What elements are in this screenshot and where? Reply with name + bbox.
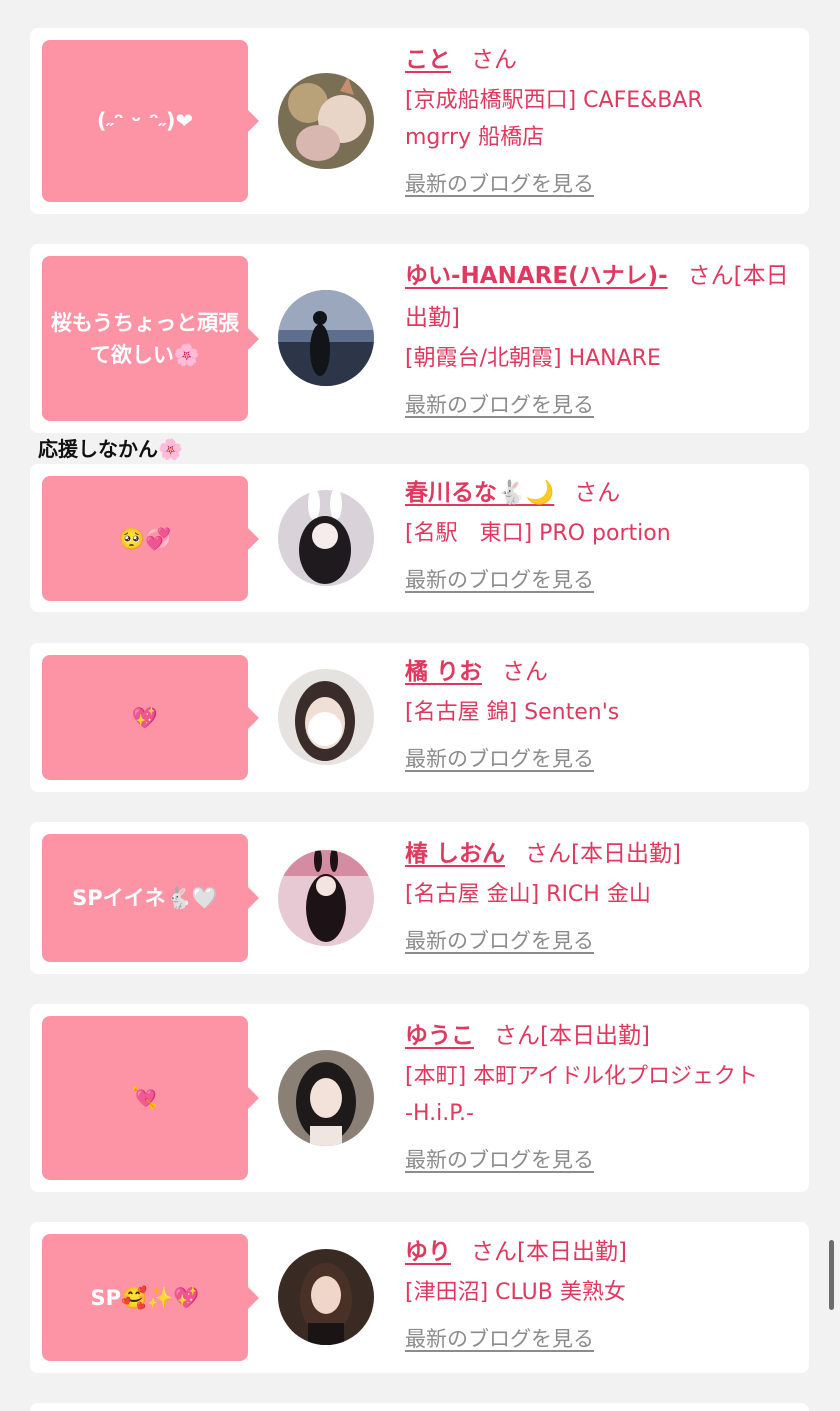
- avatar[interactable]: [278, 1050, 374, 1146]
- annotation-text: 応援しなかん🌸: [38, 437, 183, 461]
- message-bubble: 💖: [42, 655, 259, 780]
- message-card: 🥺💞 春川るな🐇🌙 さん [名駅 東口] PRO portion 最新のブログを見…: [30, 464, 809, 612]
- shop-name[interactable]: [本町] 本町アイドル化プロジェクト -H.i.P.-: [405, 1058, 800, 1132]
- girl-name-link[interactable]: こと: [405, 47, 451, 73]
- shop-name[interactable]: [津田沼] CLUB 美熟女: [405, 1274, 800, 1311]
- page: { "blog_link_label": "最新のブログを見る", "honor…: [0, 0, 840, 1411]
- girl-name-link[interactable]: ゆうこ: [405, 1023, 474, 1049]
- entry-info: 橘 りお さん [名古屋 錦] Senten's 最新のブログを見る: [405, 652, 800, 773]
- status: [本日出勤]: [540, 1023, 650, 1049]
- girl-name-link[interactable]: 橘 りお: [405, 659, 482, 685]
- blog-link[interactable]: 最新のブログを見る: [405, 389, 594, 419]
- girl-name-link[interactable]: ゆり: [405, 1239, 451, 1265]
- entry-info: ゆうこ さん[本日出勤] [本町] 本町アイドル化プロジェクト -H.i.P.- 最…: [405, 1016, 800, 1174]
- girl-name-link[interactable]: ゆい-HANARE(ハナレ)-: [405, 263, 668, 289]
- girl-name-link[interactable]: 春川るな🐇🌙: [405, 480, 554, 506]
- shop-name[interactable]: [名古屋 金山] RICH 金山: [405, 876, 800, 913]
- avatar[interactable]: [278, 669, 374, 765]
- message-bubble: 🥺💞: [42, 476, 259, 601]
- status: [本日出勤]: [571, 841, 681, 867]
- avatar-photo-icon: [278, 73, 374, 169]
- honorific: さん: [525, 841, 572, 867]
- honorific: さん: [494, 1023, 540, 1049]
- avatar[interactable]: [278, 290, 374, 386]
- message-card: 桜もうちょっと頑張て欲しい🌸 ゆい-HANARE(ハナレ)- さん[本日出勤] […: [30, 244, 809, 433]
- avatar-photo-icon: [278, 290, 374, 386]
- shop-name[interactable]: [京成船橋駅西口] CAFE&BAR mgrry 船橋店: [405, 82, 800, 156]
- entry-info: こと さん [京成船橋駅西口] CAFE&BAR mgrry 船橋店 最新のブログを…: [405, 40, 800, 198]
- avatar-photo-icon: [278, 1249, 374, 1345]
- honorific: さん: [687, 263, 734, 289]
- blog-link[interactable]: 最新のブログを見る: [405, 564, 594, 594]
- message-card: (˶ᵔ ᵕ ᵔ˶)❤ こと さん [京成船橋駅西口] CAFE&BAR mgrry …: [30, 28, 809, 214]
- avatar-photo-icon: [278, 490, 374, 586]
- message-card: 💖 橘 りお さん [名古屋 錦] Senten's 最新のブログを見る: [30, 643, 809, 792]
- entry-info: ゆり さん[本日出勤] [津田沼] CLUB 美熟女 最新のブログを見る: [405, 1232, 800, 1353]
- honorific: さん: [471, 1239, 517, 1265]
- honorific: さん: [471, 47, 517, 73]
- message-bubble: SP🥰✨💖: [42, 1234, 259, 1361]
- message-card: [30, 1403, 809, 1411]
- girl-name-link[interactable]: 椿 しおん: [405, 841, 505, 867]
- message-card: SPイイネ🐇🤍 椿 しおん さん[本日出勤] [名古屋 金山] RICH 金山 最…: [30, 822, 809, 974]
- blog-link[interactable]: 最新のブログを見る: [405, 168, 594, 198]
- avatar-photo-icon: [278, 1050, 374, 1146]
- avatar-photo-icon: [278, 669, 374, 765]
- shop-name[interactable]: [朝霞台/北朝霞] HANARE: [405, 340, 800, 377]
- blog-link[interactable]: 最新のブログを見る: [405, 1144, 594, 1174]
- honorific: さん: [502, 659, 549, 685]
- scrollbar[interactable]: [829, 1240, 834, 1310]
- entry-info: 春川るな🐇🌙 さん [名駅 東口] PRO portion 最新のブログを見る: [405, 473, 800, 594]
- avatar[interactable]: [278, 1249, 374, 1345]
- message-card: SP🥰✨💖 ゆり さん[本日出勤] [津田沼] CLUB 美熟女 最新のブログを見…: [30, 1222, 809, 1373]
- message-card: 💘 ゆうこ さん[本日出勤] [本町] 本町アイドル化プロジェクト -H.i.P.-…: [30, 1004, 809, 1192]
- blog-link[interactable]: 最新のブログを見る: [405, 1323, 594, 1353]
- avatar[interactable]: [278, 73, 374, 169]
- message-bubble: 桜もうちょっと頑張て欲しい🌸: [42, 256, 259, 421]
- entry-info: ゆい-HANARE(ハナレ)- さん[本日出勤] [朝霞台/北朝霞] HANARE…: [405, 256, 800, 419]
- shop-name[interactable]: [名古屋 錦] Senten's: [405, 694, 800, 731]
- shop-name[interactable]: [名駅 東口] PRO portion: [405, 515, 800, 552]
- avatar[interactable]: [278, 490, 374, 586]
- message-bubble: SPイイネ🐇🤍: [42, 834, 259, 962]
- message-bubble: 💘: [42, 1016, 259, 1180]
- message-bubble: (˶ᵔ ᵕ ᵔ˶)❤: [42, 40, 259, 202]
- status: [本日出勤]: [517, 1239, 627, 1265]
- avatar-photo-icon: [278, 850, 374, 946]
- blog-link[interactable]: 最新のブログを見る: [405, 743, 594, 773]
- blog-link[interactable]: 最新のブログを見る: [405, 925, 594, 955]
- avatar[interactable]: [278, 850, 374, 946]
- honorific: さん: [574, 480, 621, 506]
- entry-info: 椿 しおん さん[本日出勤] [名古屋 金山] RICH 金山 最新のブログを見る: [405, 834, 800, 955]
